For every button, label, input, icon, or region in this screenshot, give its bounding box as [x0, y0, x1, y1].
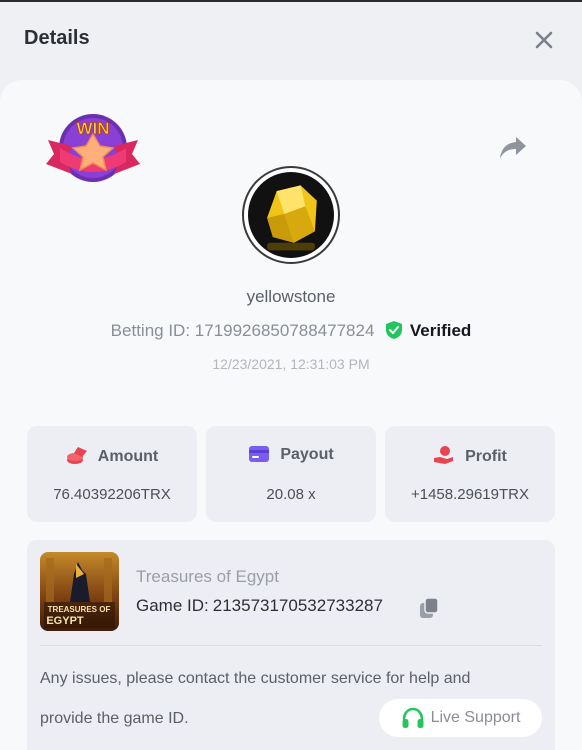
stat-profit: Profit +1458.29619TRX	[385, 426, 555, 522]
game-id-row: Game ID: 213573170532733287	[136, 596, 383, 616]
username: yellowstone	[246, 287, 336, 306]
copy-icon[interactable]	[418, 597, 440, 619]
card-icon	[249, 446, 270, 462]
verified-label: Verified	[409, 321, 472, 340]
stat-payout-value: 20.08 x	[266, 486, 316, 503]
live-support-label: Live Support	[430, 709, 521, 726]
game-thumb-title-1: TREASURES OF	[48, 605, 111, 614]
close-icon[interactable]	[532, 28, 556, 52]
stat-profit-value: +1458.29619TRX	[410, 486, 529, 503]
stat-amount-label: Amount	[97, 448, 159, 465]
avatar-image	[248, 172, 334, 258]
divider	[40, 645, 542, 646]
avatar	[242, 166, 340, 264]
support-notice-line-2: provide the game ID.	[40, 710, 189, 727]
stat-amount: Amount 76.40392206TRX	[27, 426, 197, 522]
stat-payout: Payout 20.08 x	[206, 426, 376, 522]
headset-icon	[402, 707, 424, 728]
support-notice-line-1: Any issues, please contact the customer …	[40, 670, 471, 687]
stat-payout-label: Payout	[280, 446, 334, 463]
betting-id-value: 1719926850788477824	[194, 321, 375, 340]
hand-coins-icon	[434, 446, 454, 464]
game-thumbnail[interactable]: TREASURES OF EGYPT	[40, 552, 119, 631]
stat-amount-value: 76.40392206TRX	[53, 486, 171, 503]
share-icon[interactable]	[498, 134, 528, 162]
game-id-label: Game ID:	[136, 596, 209, 615]
game-id-value: 213573170532733287	[212, 596, 383, 615]
live-support-button[interactable]: Live Support	[379, 699, 542, 737]
game-thumb-title-2: EGYPT	[46, 615, 84, 627]
bet-timestamp: 12/23/2021, 12:31:03 PM	[212, 356, 370, 372]
header: Details	[0, 2, 582, 78]
coins-icon	[66, 447, 87, 464]
win-badge-text: WIN	[76, 119, 109, 138]
betting-id-label: Betting ID:	[110, 321, 191, 340]
game-name: Treasures of Egypt	[136, 567, 279, 586]
betting-id-row: Betting ID: 1719926850788477824 Verified	[0, 320, 582, 341]
verified-shield-icon	[386, 321, 403, 339]
stat-profit-label: Profit	[465, 448, 507, 465]
win-badge-icon: WIN	[46, 114, 140, 182]
page-title: Details	[24, 27, 90, 49]
